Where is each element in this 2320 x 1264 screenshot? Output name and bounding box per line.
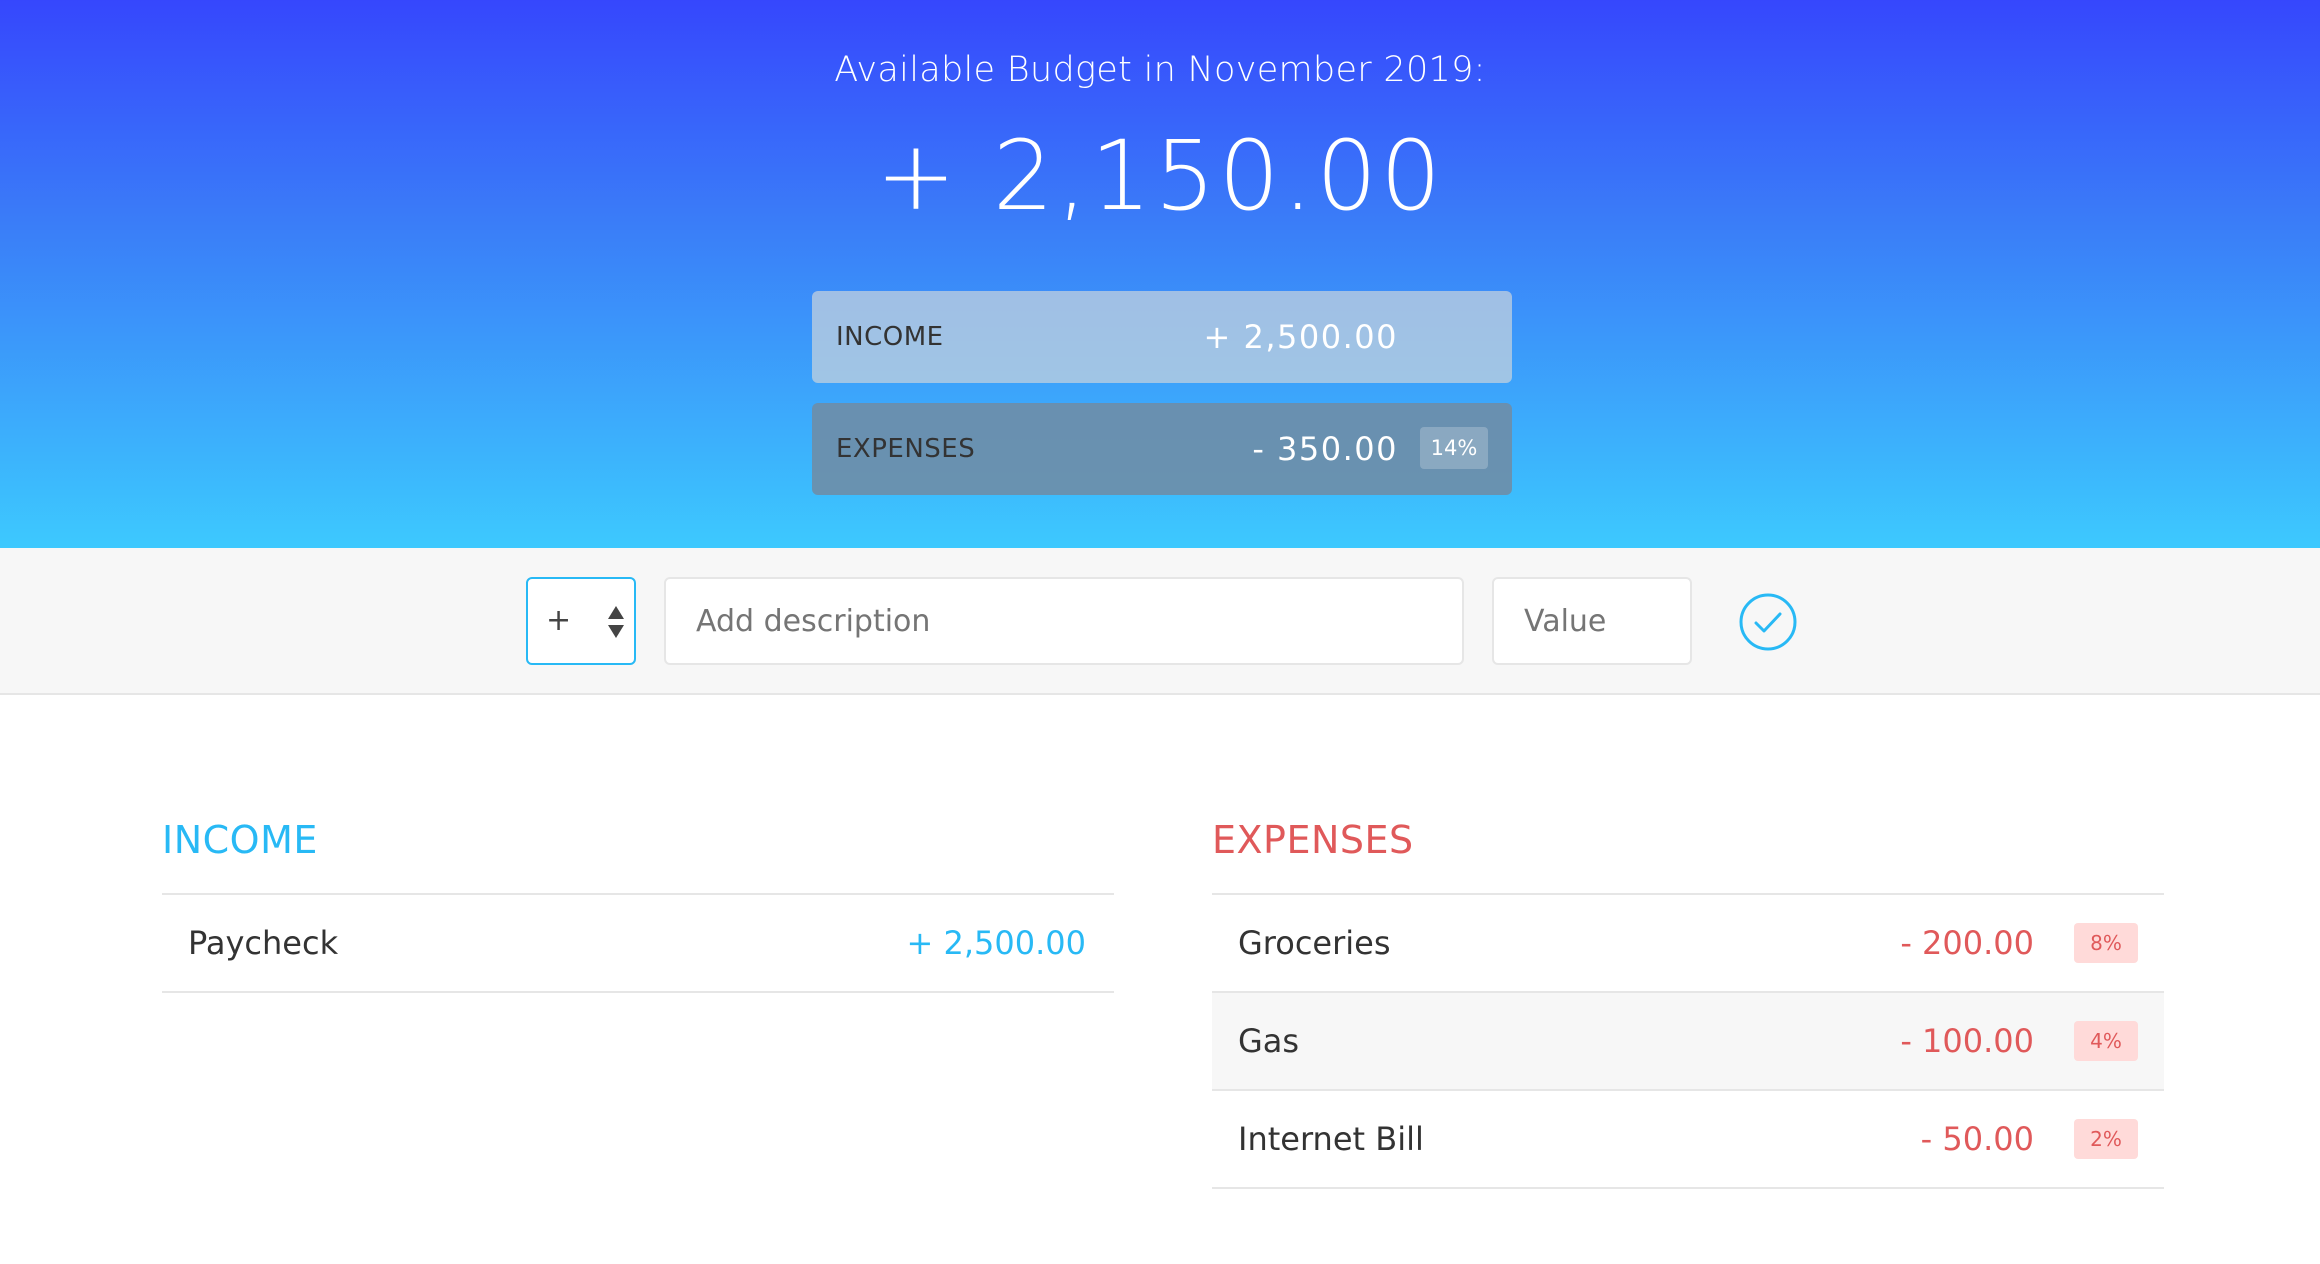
type-select-value: + [546, 603, 572, 638]
item-description: Gas [1238, 1022, 1300, 1060]
item-description: Internet Bill [1238, 1120, 1424, 1158]
add-item-bar: + [0, 548, 2320, 695]
income-item[interactable]: Paycheck + 2,500.00 [162, 895, 1114, 993]
item-value: + 2,500.00 [906, 924, 1086, 962]
type-select[interactable]: + [526, 577, 636, 665]
item-description: Paycheck [188, 924, 339, 962]
description-input[interactable] [664, 577, 1464, 665]
income-summary-value: + 2,500.00 [1203, 318, 1398, 356]
expenses-summary-label: EXPENSES [836, 434, 976, 464]
income-list-title: INCOME [162, 818, 318, 862]
income-list: Paycheck + 2,500.00 [162, 893, 1114, 993]
item-percentage-badge: 8% [2074, 923, 2138, 963]
expenses-summary: EXPENSES - 350.00 14% [812, 403, 1512, 495]
value-input[interactable] [1492, 577, 1692, 665]
expense-item[interactable]: Gas - 100.00 4% [1212, 993, 2164, 1091]
item-percentage-badge: 2% [2074, 1119, 2138, 1159]
expenses-summary-value: - 350.00 [1252, 430, 1398, 468]
budget-header: Available Budget in November 2019: + 2,1… [0, 0, 2320, 548]
budget-title: Available Budget in November 2019: [834, 50, 1486, 90]
check-circle-icon[interactable] [1738, 592, 1798, 652]
item-percentage-badge: 4% [2074, 1021, 2138, 1061]
item-value: - 100.00 [1900, 1022, 2034, 1060]
item-value: - 50.00 [1920, 1120, 2034, 1158]
income-summary-label: INCOME [836, 322, 944, 352]
expense-item[interactable]: Internet Bill - 50.00 2% [1212, 1091, 2164, 1189]
expenses-list-title: EXPENSES [1212, 818, 1414, 862]
available-budget-value: + 2,150.00 [875, 120, 1445, 232]
select-arrows-icon [608, 606, 624, 638]
expenses-percentage-badge: 14% [1420, 427, 1488, 469]
expenses-list: Groceries - 200.00 8% Gas - 100.00 4% In… [1212, 893, 2164, 1189]
expense-item[interactable]: Groceries - 200.00 8% [1212, 895, 2164, 993]
item-value: - 200.00 [1900, 924, 2034, 962]
income-summary: INCOME + 2,500.00 [812, 291, 1512, 383]
item-description: Groceries [1238, 924, 1391, 962]
